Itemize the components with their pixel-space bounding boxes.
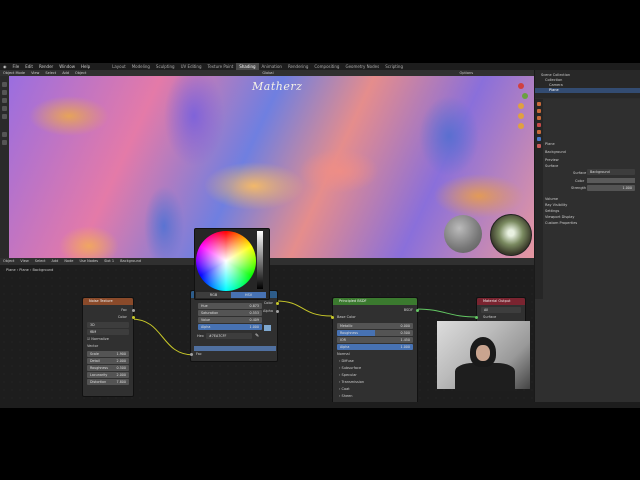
ramp-out-color: Color: [263, 301, 273, 305]
ramp-fac-socket[interactable]: [190, 353, 193, 356]
ramp-color-socket[interactable]: [276, 302, 279, 305]
ramp-alpha-socket[interactable]: [276, 310, 279, 313]
link-noise-to-ramp: [130, 318, 195, 356]
hex-field[interactable]: #7EA7CFF: [206, 333, 252, 339]
specular-panel[interactable]: › Specular: [339, 373, 357, 377]
metallic-field[interactable]: Metallic 0.000: [337, 323, 413, 329]
output-target-dropdown[interactable]: All: [481, 307, 521, 313]
noise-distortion-field[interactable]: Distortion 7.800: [87, 379, 129, 385]
tab-hsv[interactable]: HSV: [231, 292, 266, 298]
normalize-checkbox[interactable]: ☑ Normalize: [87, 337, 109, 341]
ramp-in-fac: Fac: [196, 352, 202, 356]
saturation-field[interactable]: Saturation 0.553: [198, 310, 262, 316]
output-surface-socket[interactable]: [475, 316, 478, 319]
noise-lacunarity-field[interactable]: Lacunarity 2.000: [87, 372, 129, 378]
noise-dimensions-dropdown[interactable]: 3D: [87, 322, 129, 328]
noise-detail-field[interactable]: Detail 2.000: [87, 358, 129, 364]
webcam-person-face: [476, 345, 490, 361]
alpha-field[interactable]: Alpha 1.000: [198, 324, 262, 330]
principled-bsdf-node[interactable]: Principled BSDF BSDF Base Color Metallic…: [331, 297, 419, 408]
diffuse-panel[interactable]: › Diffuse: [339, 359, 354, 363]
normal-input: Normal: [337, 352, 350, 356]
base-color-input: Base Color: [337, 315, 356, 319]
webcam-person-body: [455, 363, 515, 391]
color-preview-swatch: [264, 325, 271, 331]
noise-type-dropdown[interactable]: fBM: [87, 329, 129, 335]
noise-out-color: Color: [117, 315, 127, 319]
base-color-socket[interactable]: [331, 316, 334, 319]
noise-color-socket[interactable]: [132, 316, 135, 319]
status-bar: [0, 402, 640, 408]
noise-texture-node[interactable]: Noise Texture Fac Color 3D fBM ☑ Normali…: [82, 297, 135, 397]
output-surface-input: Surface: [483, 315, 497, 319]
tab-rgb[interactable]: RGB: [196, 292, 231, 298]
hue-field[interactable]: Hue 0.873: [198, 303, 262, 309]
blender-window: ◉ File Edit Render Window Help Layout Modeling S…: [0, 63, 640, 408]
transmission-panel[interactable]: › Transmission: [339, 380, 364, 384]
noise-fac-socket[interactable]: [132, 309, 135, 312]
noise-roughness-field[interactable]: Roughness 0.500: [87, 365, 129, 371]
eyedropper-icon[interactable]: ✎: [255, 333, 261, 339]
hex-label: Hex: [197, 334, 204, 338]
subsurface-panel[interactable]: › Subsurface: [339, 366, 361, 370]
noise-in-vector: Vector: [87, 344, 99, 348]
link-ramp-to-basecolor: [275, 300, 333, 317]
bsdf-out: BSDF: [403, 308, 413, 312]
color-mode-tabs: RGB HSV: [196, 292, 266, 298]
ior-field[interactable]: IOR 1.450: [337, 337, 413, 343]
alpha-input-field[interactable]: Alpha 1.000: [337, 344, 413, 350]
color-wheel[interactable]: [196, 231, 256, 291]
bsdf-out-socket[interactable]: [416, 309, 419, 312]
output-node-title[interactable]: Material Output: [477, 298, 525, 305]
ramp-out-alpha: Alpha: [263, 309, 273, 313]
sheen-panel[interactable]: › Sheen: [339, 394, 352, 398]
material-output-node[interactable]: Material Output All Surface: [475, 297, 526, 323]
link-bsdf-to-output: [415, 308, 477, 318]
ramp-gradient-bar[interactable]: [194, 346, 276, 351]
noise-node-title[interactable]: Noise Texture: [83, 298, 133, 305]
coat-panel[interactable]: › Coat: [339, 387, 350, 391]
noise-out-fac: Fac: [121, 308, 127, 312]
noise-scale-field[interactable]: Scale 1.900: [87, 351, 129, 357]
roughness-field[interactable]: Roughness 0.500: [337, 330, 413, 336]
value-field[interactable]: Value 0.409: [198, 317, 262, 323]
bsdf-node-title[interactable]: Principled BSDF: [333, 298, 417, 305]
value-slider[interactable]: [257, 231, 263, 289]
